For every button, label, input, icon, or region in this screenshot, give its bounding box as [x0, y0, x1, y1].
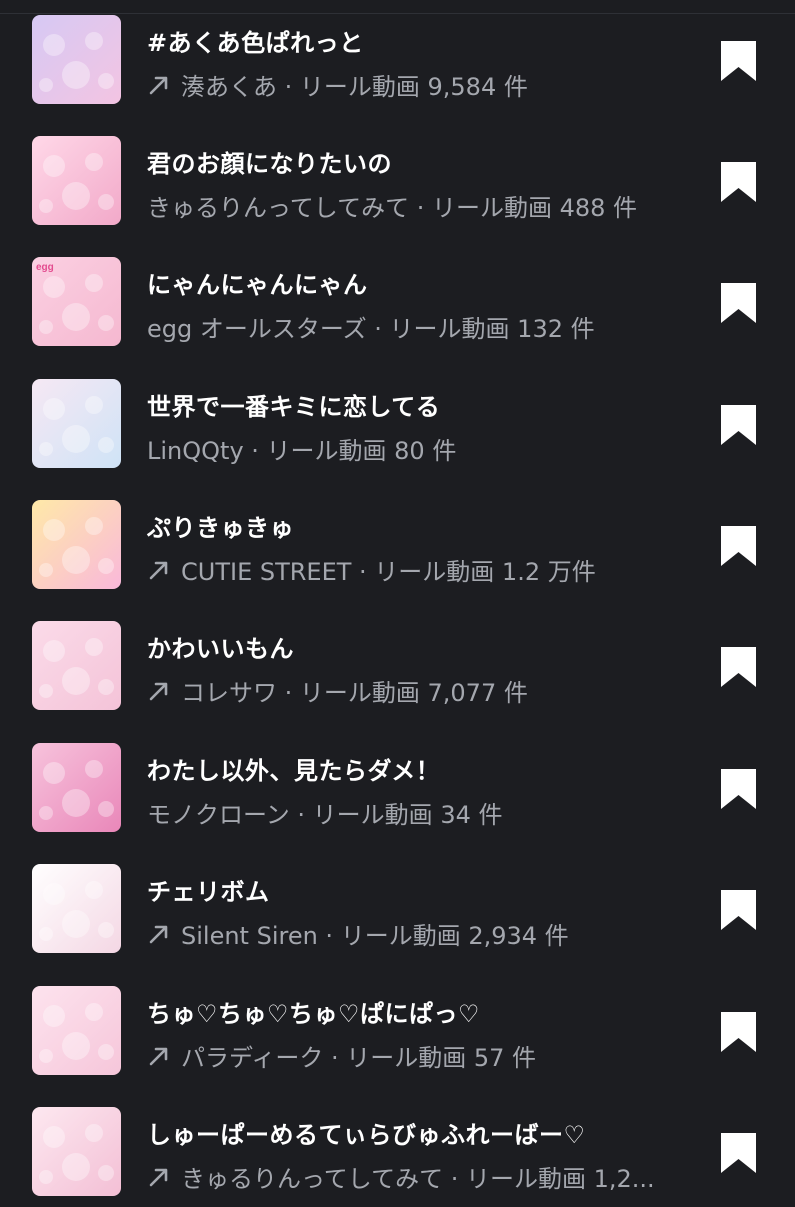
- bookmark-icon[interactable]: [720, 40, 757, 82]
- arrow-up-right-icon: [149, 682, 168, 701]
- track-meta: きゅるりんってしてみて · リール動画 1,2...: [147, 1159, 655, 1194]
- cover-thumbnail[interactable]: [32, 986, 121, 1075]
- track-meta-text: Silent Siren · リール動画 2,934 件: [181, 922, 569, 950]
- list-item[interactable]: チェリボム Silent Siren · リール動画 2,934 件: [0, 864, 795, 964]
- track-meta-text: 湊あくあ · リール動画 9,584 件: [181, 73, 528, 101]
- bookmark-icon[interactable]: [720, 1132, 757, 1174]
- track-meta-text: LinQQty · リール動画 80 件: [147, 437, 457, 465]
- cover-art: [39, 1124, 114, 1184]
- track-meta-text: egg オールスターズ · リール動画 132 件: [147, 315, 595, 343]
- cover-thumbnail[interactable]: [32, 500, 121, 589]
- cover-thumbnail[interactable]: [32, 15, 121, 104]
- track-meta-text: きゅるりんってしてみて · リール動画 488 件: [147, 194, 638, 222]
- bookmark-icon[interactable]: [720, 646, 757, 688]
- arrow-up-right-icon: [149, 1047, 168, 1066]
- list-item[interactable]: ちゅ♡ちゅ♡ちゅ♡ぱにぱっ♡ パラディーク · リール動画 57 件: [0, 986, 795, 1086]
- cover-thumbnail[interactable]: [32, 379, 121, 468]
- bookmark-icon[interactable]: [720, 889, 757, 931]
- track-title[interactable]: かわいいもん: [147, 629, 294, 664]
- list-item[interactable]: #あくあ色ぱれっと湊あくあ · リール動画 9,584 件: [0, 15, 795, 115]
- bookmark-icon[interactable]: [720, 161, 757, 203]
- cover-thumbnail[interactable]: [32, 743, 121, 832]
- list-item[interactable]: ぷりきゅきゅ CUTIE STREET · リール動画 1.2 万件: [0, 500, 795, 600]
- bookmark-icon[interactable]: [720, 282, 757, 324]
- list-item[interactable]: かわいいもんコレサワ · リール動画 7,077 件: [0, 621, 795, 721]
- track-meta-text: モノクローン · リール動画 34 件: [147, 801, 503, 829]
- track-title[interactable]: 君のお顔になりたいの: [147, 144, 392, 179]
- cover-thumbnail[interactable]: [32, 1107, 121, 1196]
- track-meta-text: CUTIE STREET · リール動画 1.2 万件: [181, 558, 596, 586]
- cover-thumbnail[interactable]: egg: [32, 257, 121, 346]
- list-item[interactable]: 君のお顔になりたいのきゅるりんってしてみて · リール動画 488 件: [0, 136, 795, 236]
- track-meta: egg オールスターズ · リール動画 132 件: [147, 309, 595, 344]
- bookmark-icon[interactable]: [720, 1011, 757, 1053]
- track-meta: パラディーク · リール動画 57 件: [147, 1038, 536, 1073]
- track-title[interactable]: わたし以外、見たらダメ！: [147, 751, 440, 786]
- track-meta-text: コレサワ · リール動画 7,077 件: [181, 679, 528, 707]
- cover-thumbnail[interactable]: [32, 621, 121, 710]
- track-meta-text: パラディーク · リール動画 57 件: [181, 1044, 537, 1072]
- track-title[interactable]: 世界で一番キミに恋してる: [147, 387, 440, 422]
- track-meta: 湊あくあ · リール動画 9,584 件: [147, 67, 528, 102]
- track-title[interactable]: ぷりきゅきゅ: [147, 508, 294, 543]
- bookmark-icon[interactable]: [720, 525, 757, 567]
- list-item[interactable]: わたし以外、見たらダメ！ モノクローン · リール動画 34 件: [0, 743, 795, 843]
- arrow-up-right-icon: [149, 76, 168, 95]
- bookmark-icon[interactable]: [720, 404, 757, 446]
- track-title[interactable]: チェリボム: [147, 872, 270, 907]
- cover-art: [39, 153, 114, 213]
- audio-list: #あくあ色ぱれっと湊あくあ · リール動画 9,584 件君のお顔になりたいのき…: [0, 0, 795, 1200]
- cover-art: [39, 396, 114, 456]
- track-meta: LinQQty · リール動画 80 件: [147, 431, 456, 466]
- cover-art: [39, 760, 114, 820]
- cover-thumbnail[interactable]: [32, 864, 121, 953]
- list-item[interactable]: しゅーぱーめるてぃらびゅふれーばー♡ きゅるりんってしてみて · リール動画 1,…: [0, 1107, 795, 1207]
- track-meta: Silent Siren · リール動画 2,934 件: [147, 916, 569, 951]
- cover-art: [39, 517, 114, 577]
- cover-art: [39, 881, 114, 941]
- cover-label: egg: [36, 262, 54, 273]
- track-title[interactable]: にゃんにゃんにゃん: [147, 265, 368, 300]
- track-title[interactable]: #あくあ色ぱれっと: [147, 23, 364, 58]
- arrow-up-right-icon: [149, 925, 168, 944]
- track-meta-text: きゅるりんってしてみて · リール動画 1,2...: [181, 1165, 655, 1193]
- track-meta: モノクローン · リール動画 34 件: [147, 795, 502, 830]
- cover-art: [39, 1003, 114, 1063]
- cover-thumbnail[interactable]: [32, 136, 121, 225]
- list-item[interactable]: 世界で一番キミに恋してる LinQQty · リール動画 80 件: [0, 379, 795, 479]
- cover-art: [39, 32, 114, 92]
- arrow-up-right-icon: [149, 561, 168, 580]
- bookmark-icon[interactable]: [720, 768, 757, 810]
- list-item[interactable]: egg にゃんにゃんにゃん egg オールスターズ · リール動画 132 件: [0, 257, 795, 357]
- track-title[interactable]: しゅーぱーめるてぃらびゅふれーばー♡: [147, 1115, 586, 1150]
- track-meta: CUTIE STREET · リール動画 1.2 万件: [147, 552, 596, 587]
- track-meta: きゅるりんってしてみて · リール動画 488 件: [147, 188, 637, 223]
- track-meta: コレサワ · リール動画 7,077 件: [147, 673, 528, 708]
- cover-art: [39, 638, 114, 698]
- track-title[interactable]: ちゅ♡ちゅ♡ちゅ♡ぱにぱっ♡: [147, 994, 480, 1029]
- arrow-up-right-icon: [149, 1168, 168, 1187]
